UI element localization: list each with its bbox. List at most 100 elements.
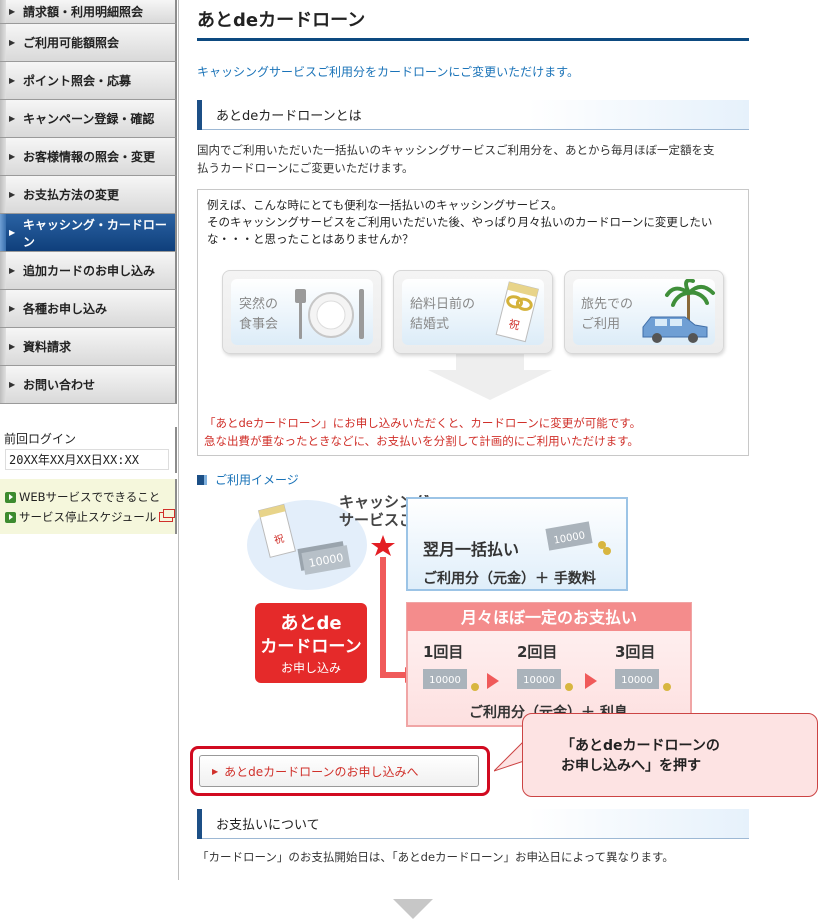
sidebar-item-label: 請求額・利用明細照会 [23, 5, 144, 19]
about-desc-line2: 払うカードローンにご変更いただけます。 [197, 161, 414, 175]
sidebar-item-label: お支払方法の変更 [23, 188, 120, 202]
about-desc-line1: 国内でご利用いただいた一括払いのキャッシングサービスご利用分を、あとから毎月ほぼ… [197, 143, 715, 157]
red-note-line1: 「あとdeカードローン」にお申し込みいただくと、カードローンに変更が可能です。 [204, 416, 642, 430]
callout-line1: 「あとdeカードローンの [561, 738, 720, 754]
usage-image-heading-text: ご利用イメージ [215, 473, 299, 487]
gift-envelope-icon: 祝 [495, 281, 539, 343]
triangle-right-icon: ▶ [9, 152, 16, 161]
instruction-callout: 「あとdeカードローンの お申し込みへ」を押す [522, 713, 818, 797]
card-text-line1: 給料日前の [410, 297, 476, 312]
about-description: 国内でご利用いただいた一括払いのキャッシングサービスご利用分を、あとから毎月ほぼ… [197, 141, 749, 177]
apply-badge-line2: カードローン [260, 637, 361, 657]
external-window-icon [159, 509, 176, 522]
sidebar-item-label: お客様情報の照会・変更 [23, 150, 156, 164]
sidebar-item-contact[interactable]: ▶ お問い合わせ [0, 366, 177, 404]
card-text-line2: ご利用 [581, 317, 621, 332]
sidebar-item-label: キャンペーン登録・確認 [23, 112, 155, 126]
apply-badge-line3: お申し込み [281, 661, 341, 675]
title-rule [197, 38, 749, 41]
sidebar-item-label: 資料請求 [23, 340, 72, 354]
sidebar-nav: ▶ 請求額・利用明細照会 ▶ ご利用可能額照会 ▶ ポイント照会・応募 ▶ キャ… [0, 0, 177, 404]
card-text-line1: 旅先での [581, 297, 634, 312]
sidebar-item-payment-method[interactable]: ▶ お支払方法の変更 [0, 176, 177, 214]
apply-button-highlight: ▶ あとdeカードローンのお申し込みへ [190, 746, 490, 796]
last-login-box: 前回ログイン 20XX年XX月XX日XX:XX [0, 427, 177, 473]
arrow-square-icon [5, 491, 16, 503]
triangle-right-icon: ▶ [9, 266, 16, 275]
last-login-value: 20XX年XX月XX日XX:XX [5, 449, 169, 470]
sidebar-item-label: キャッシング・カードローン [22, 217, 167, 249]
sidebar-item-available-limit[interactable]: ▶ ご利用可能額照会 [0, 24, 177, 62]
lump-sum-sub: ご利用分（元金）＋ 手数料 [423, 570, 596, 587]
section-heading-payment: お支払いについて [197, 808, 749, 839]
sidebar-item-campaign[interactable]: ▶ キャンペーン登録・確認 [0, 100, 177, 138]
sidebar-item-label: お問い合わせ [23, 378, 96, 392]
sidebar-divider [178, 0, 179, 880]
sidebar-item-customer-info[interactable]: ▶ お客様情報の照会・変更 [0, 138, 177, 176]
apply-cardloan-button-label: あとdeカードローンのお申し込みへ [224, 764, 419, 779]
section-heading-about: あとdeカードローンとは [197, 99, 749, 130]
heading-bar [197, 808, 202, 839]
example-line1: 例えば、こんな時にとても便利な一括払いのキャッシングサービス。 [207, 198, 563, 212]
lead-text: キャッシングサービスご利用分をカードローンにご変更いただけます。 [197, 65, 579, 79]
triangle-right-icon: ▶ [212, 766, 219, 776]
down-arrow-icon [428, 370, 552, 400]
triangle-right-icon: ▶ [9, 228, 16, 237]
triangle-right-icon: ▶ [9, 7, 16, 16]
installment-2: 2回目 [517, 643, 557, 661]
red-note-line2: 急な出費が重なったときなどに、お支払いを分割して計画的にご利用いただけます。 [204, 434, 639, 448]
down-arrow-icon [393, 899, 433, 919]
triangle-right-icon: ▶ [9, 190, 16, 199]
example-intro: 例えば、こんな時にとても便利な一括払いのキャッシングサービス。 そのキャッシング… [207, 197, 737, 248]
arrow-square-icon [5, 511, 16, 523]
sidebar-item-applications[interactable]: ▶ 各種お申し込み [0, 290, 177, 328]
example-card-dinner: 突然の 食事会 [222, 270, 382, 354]
usage-image-heading: ご利用イメージ [197, 471, 299, 488]
last-login-label: 前回ログイン [4, 432, 77, 446]
route-arrow [380, 557, 407, 678]
web-service-link-label: WEBサービスでできること [19, 490, 161, 504]
lump-sum-title: 翌月一括払い [423, 540, 519, 559]
section-heading-payment-text: お支払いについて [216, 818, 320, 833]
sidebar-item-billing[interactable]: ▶ 請求額・利用明細照会 [0, 0, 177, 24]
service-stop-schedule-link[interactable]: サービス停止スケジュール [5, 507, 176, 527]
apply-badge-line1: あとde [280, 613, 341, 634]
heading-bar [197, 99, 202, 130]
sidebar-item-additional-card[interactable]: ▶ 追加カードのお申し込み [0, 252, 177, 290]
monthly-title: 月々ほぼ一定のお支払い [460, 608, 637, 627]
example-line3: な・・・と思ったことはありませんか？ [207, 232, 414, 246]
card-text-line2: 結婚式 [410, 317, 450, 332]
sidebar-item-cashing-cardloan[interactable]: ▶ キャッシング・カードローン [0, 214, 177, 252]
service-stop-schedule-label: サービス停止スケジュール [19, 510, 157, 524]
installment-1: 1回目 [423, 643, 463, 661]
square-bullet-icon [197, 474, 207, 485]
card-text: 給料日前の 結婚式 [410, 295, 475, 335]
sidebar: ▶ 請求額・利用明細照会 ▶ ご利用可能額照会 ▶ ポイント照会・応募 ▶ キャ… [0, 0, 177, 920]
star-icon [371, 535, 395, 556]
apply-cardloan-button[interactable]: ▶ あとdeカードローンのお申し込みへ [199, 755, 479, 787]
sidebar-item-label: 各種お申し込み [23, 302, 108, 316]
callout-line2: お申し込みへ」を押す [561, 758, 701, 774]
installment-3: 3回目 [615, 643, 655, 661]
sidebar-item-label: 追加カードのお申し込み [23, 264, 156, 278]
card-text-line1: 突然の [239, 297, 279, 312]
section-heading-about-text: あとdeカードローンとは [216, 109, 362, 124]
example-card-travel: 旅先での ご利用 [564, 270, 724, 354]
triangle-right-icon: ▶ [9, 380, 16, 389]
svg-text:10000: 10000 [429, 675, 461, 686]
sidebar-item-points[interactable]: ▶ ポイント照会・応募 [0, 62, 177, 100]
triangle-right-icon: ▶ [9, 38, 16, 47]
example-card-wedding: 給料日前の 結婚式 祝 [393, 270, 553, 354]
service-links: WEBサービスでできること サービス停止スケジュール [0, 479, 177, 534]
page-title: あとdeカードローン [197, 10, 366, 31]
sidebar-item-brochure[interactable]: ▶ 資料請求 [0, 328, 177, 366]
triangle-right-icon: ▶ [9, 342, 16, 351]
example-red-note: 「あとdeカードローン」にお申し込みいただくと、カードローンに変更が可能です。 … [204, 414, 641, 450]
triangle-right-icon: ▶ [9, 304, 16, 313]
triangle-right-icon: ▶ [9, 114, 16, 123]
fork-knife-plate-icon [295, 289, 364, 339]
car-palm-tree-icon [642, 279, 715, 343]
web-service-link[interactable]: WEBサービスでできること [5, 487, 175, 507]
svg-text:10000: 10000 [621, 675, 653, 686]
callout-text: 「あとdeカードローンの お申し込みへ」を押す [561, 736, 720, 776]
